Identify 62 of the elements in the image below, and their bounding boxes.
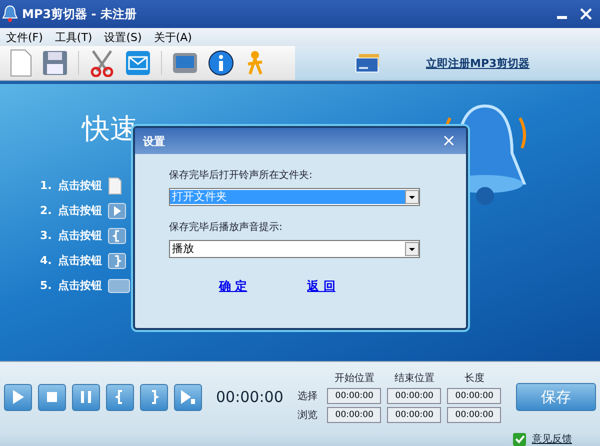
- close-button[interactable]: ×: [442, 132, 456, 150]
- step-number: 3.: [40, 229, 52, 242]
- menu-item[interactable]: 关于(A): [154, 30, 192, 44]
- caret-icon[interactable]: [405, 190, 419, 204]
- play-selection-icon: [180, 389, 196, 405]
- open-button[interactable]: [106, 384, 134, 410]
- pause-icon: [78, 389, 94, 405]
- info-icon[interactable]: [208, 50, 234, 76]
- menu-item[interactable]: 工具(T): [54, 30, 92, 44]
- save-icon[interactable]: [42, 50, 68, 76]
- step-number: 5.: [40, 279, 52, 292]
- window-title: MP3剪切器 - 未注册: [22, 6, 136, 22]
- stop-button[interactable]: [38, 384, 66, 410]
- time-field[interactable]: 00:00:00: [387, 407, 442, 423]
- step-label: 点击按钮: [58, 203, 102, 218]
- step-number: 2.: [40, 204, 52, 217]
- new-file-icon[interactable]: [10, 49, 32, 77]
- step-label: 点击按钮: [58, 253, 102, 268]
- stop-icon: [44, 389, 60, 405]
- column-header: 长度: [463, 372, 486, 385]
- scissors-icon[interactable]: [89, 49, 115, 77]
- row-label: 选择: [297, 390, 318, 403]
- play-button[interactable]: [4, 384, 32, 410]
- step-label: 点击按钮: [58, 228, 102, 243]
- dialog-title: 设置: [143, 134, 165, 148]
- feedback-link[interactable]: 意见反馈: [532, 432, 572, 446]
- column-header: 开始位置: [333, 372, 376, 385]
- dialog-link[interactable]: 确 定: [219, 278, 248, 295]
- close-bracket-icon: [108, 252, 126, 268]
- time-field[interactable]: 00:00:00: [327, 407, 382, 423]
- field-label: 保存完毕后打开铃声所在文件夹:: [169, 168, 314, 182]
- step-number: 4.: [40, 254, 52, 267]
- menu-item[interactable]: 文件(F): [6, 30, 43, 44]
- credit-card-icon: [355, 53, 381, 73]
- play-icon: [10, 389, 26, 405]
- dialog-link[interactable]: 返 回: [307, 278, 336, 295]
- step-label: 点击按钮: [58, 278, 102, 293]
- time-field[interactable]: 00:00:00: [327, 388, 382, 404]
- monitor-icon[interactable]: [172, 51, 198, 75]
- bell-icon: [2, 5, 18, 23]
- caret-icon[interactable]: [405, 242, 419, 256]
- row-label: 浏览: [297, 408, 318, 422]
- time-field[interactable]: 00:00:00: [387, 388, 442, 404]
- play-icon: [108, 202, 126, 218]
- time-display: 00:00:00: [216, 388, 284, 406]
- checkmark-icon: [513, 432, 526, 446]
- step-label: 点击按钮: [58, 178, 102, 193]
- envelope-icon[interactable]: [125, 50, 151, 76]
- page-icon: [108, 176, 122, 194]
- pause-button[interactable]: [72, 384, 100, 410]
- field-label: 保存完毕后播放声音提示:: [169, 220, 284, 234]
- close-button[interactable]: [140, 384, 168, 410]
- time-field[interactable]: 00:00:00: [447, 407, 502, 423]
- menu-item[interactable]: 设置(S): [104, 30, 142, 44]
- register-link[interactable]: 立即注册MP3剪切器: [426, 56, 530, 70]
- close-icon[interactable]: [580, 8, 592, 20]
- time-field[interactable]: 00:00:00: [447, 388, 502, 404]
- dropdown-field[interactable]: 播放: [169, 240, 420, 258]
- column-header: 结束位置: [393, 372, 436, 385]
- playsel-button[interactable]: [174, 384, 202, 410]
- open-bracket-icon: [108, 228, 126, 244]
- step-number: 1.: [40, 179, 52, 192]
